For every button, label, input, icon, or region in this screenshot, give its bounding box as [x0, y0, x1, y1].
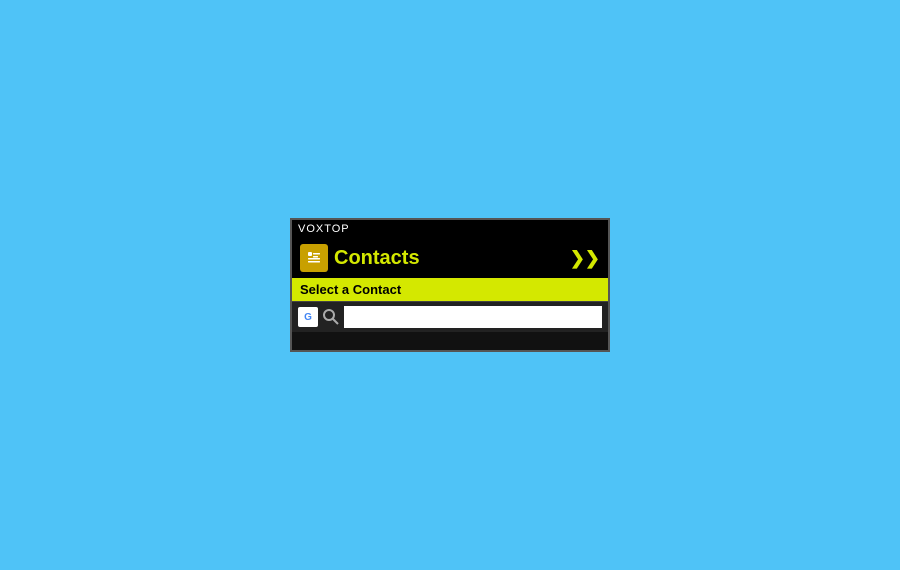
- search-input[interactable]: [344, 306, 602, 328]
- phone-container: VOXTOP Contacts ❯❯ Select a Contact: [290, 218, 610, 352]
- subheader: Select a Contact: [292, 278, 608, 301]
- app-title: VOXTOP: [298, 223, 350, 235]
- back-button[interactable]: ❯❯: [570, 248, 600, 269]
- header-left: Contacts: [300, 244, 420, 272]
- contacts-icon: [300, 244, 328, 272]
- bottom-bar: G: [292, 301, 608, 332]
- header-title: Contacts: [334, 247, 420, 270]
- title-bar: VOXTOP: [292, 220, 608, 238]
- google-icon: G: [298, 307, 318, 327]
- header: Contacts ❯❯: [292, 238, 608, 278]
- subheader-text: Select a Contact: [300, 282, 401, 297]
- search-icon: [322, 308, 340, 326]
- footer-bar: [292, 332, 608, 350]
